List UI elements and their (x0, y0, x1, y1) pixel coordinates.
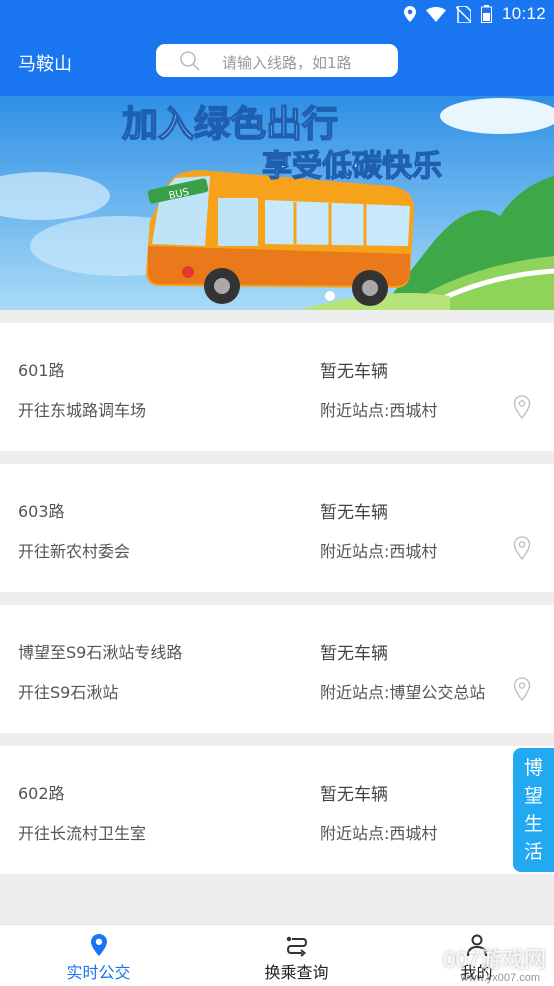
bottom-nav: 实时公交 换乘查询 我的 007游戏网 www.yx007.com (0, 924, 554, 986)
banner-slogan-line1: 加入绿色出行 (122, 104, 338, 145)
bus-status: 暂无车辆 (320, 644, 388, 664)
float-tab-char: 望 (523, 785, 543, 807)
promo-banner[interactable]: BUS 加入绿色出行 享受低碳快乐 (0, 96, 554, 310)
nav-label: 换乘查询 (264, 963, 329, 982)
bus-status: 暂无车辆 (320, 503, 388, 523)
nav-transfer-query[interactable]: 换乘查询 (204, 925, 389, 986)
status-bar: 10:12 (0, 0, 554, 28)
route-name: 603路 (18, 502, 65, 521)
route-name: 博望至S9石湫站专线路 (18, 643, 183, 662)
banner-illustration: BUS 加入绿色出行 享受低碳快乐 (0, 96, 554, 310)
status-time: 10:12 (501, 4, 546, 23)
route-card[interactable]: 博望至S9石湫站专线路 开往S9石湫站 暂无车辆 附近站点:博望公交总站 (0, 605, 554, 733)
location-icon (403, 6, 416, 22)
location-pin-icon[interactable] (513, 395, 531, 419)
battery-icon (480, 5, 492, 23)
float-tab-char: 活 (523, 841, 543, 863)
route-direction: 开往东城路调车场 (18, 401, 147, 420)
wifi-icon (425, 6, 446, 22)
watermark-text: 007游戏网 (443, 947, 546, 972)
app-header: 马鞍山 请输入线路，如1路 (0, 28, 554, 96)
route-card[interactable]: 602路 开往长流村卫生室 暂无车辆 附近站点:西城村 (0, 746, 554, 874)
banner-slogan-line2: 享受低碳快乐 (262, 149, 442, 184)
life-service-float-tab[interactable]: 博 望 生 活 (513, 748, 554, 872)
nearby-stop: 附近站点:西城村 (320, 542, 438, 561)
status-icons: 10:12 (403, 4, 546, 24)
location-pin-icon[interactable] (513, 677, 531, 701)
route-direction: 开往S9石湫站 (18, 683, 119, 702)
no-sim-icon (455, 5, 471, 23)
location-pin-icon[interactable] (513, 536, 531, 560)
bus-status: 暂无车辆 (320, 362, 388, 382)
route-name: 601路 (18, 361, 65, 380)
float-tab-char: 生 (523, 813, 543, 835)
nav-label: 实时公交 (66, 963, 131, 982)
float-tab-char: 博 (523, 757, 543, 779)
search-placeholder: 请输入线路，如1路 (222, 54, 352, 72)
route-card[interactable]: 603路 开往新农村委会 暂无车辆 附近站点:西城村 (0, 464, 554, 592)
nearby-stop: 附近站点:西城村 (320, 401, 438, 420)
watermark-url: www.yx007.com (460, 972, 540, 984)
bus-status: 暂无车辆 (320, 785, 388, 805)
search-input[interactable]: 请输入线路，如1路 (156, 44, 398, 77)
transfer-icon (286, 936, 307, 957)
route-card[interactable]: 601路 开往东城路调车场 暂无车辆 附近站点:西城村 (0, 323, 554, 451)
search-icon (180, 51, 200, 71)
route-direction: 开往新农村委会 (18, 542, 131, 561)
route-name: 602路 (18, 784, 65, 803)
route-direction: 开往长流村卫生室 (18, 824, 147, 843)
bus-illustration: BUS (146, 170, 415, 306)
map-pin-icon (90, 934, 107, 956)
nearby-stop: 附近站点:西城村 (320, 824, 438, 843)
nav-realtime-bus[interactable]: 实时公交 (6, 925, 191, 986)
city-selector[interactable]: 马鞍山 (18, 50, 72, 76)
nearby-stop: 附近站点:博望公交总站 (320, 683, 486, 702)
